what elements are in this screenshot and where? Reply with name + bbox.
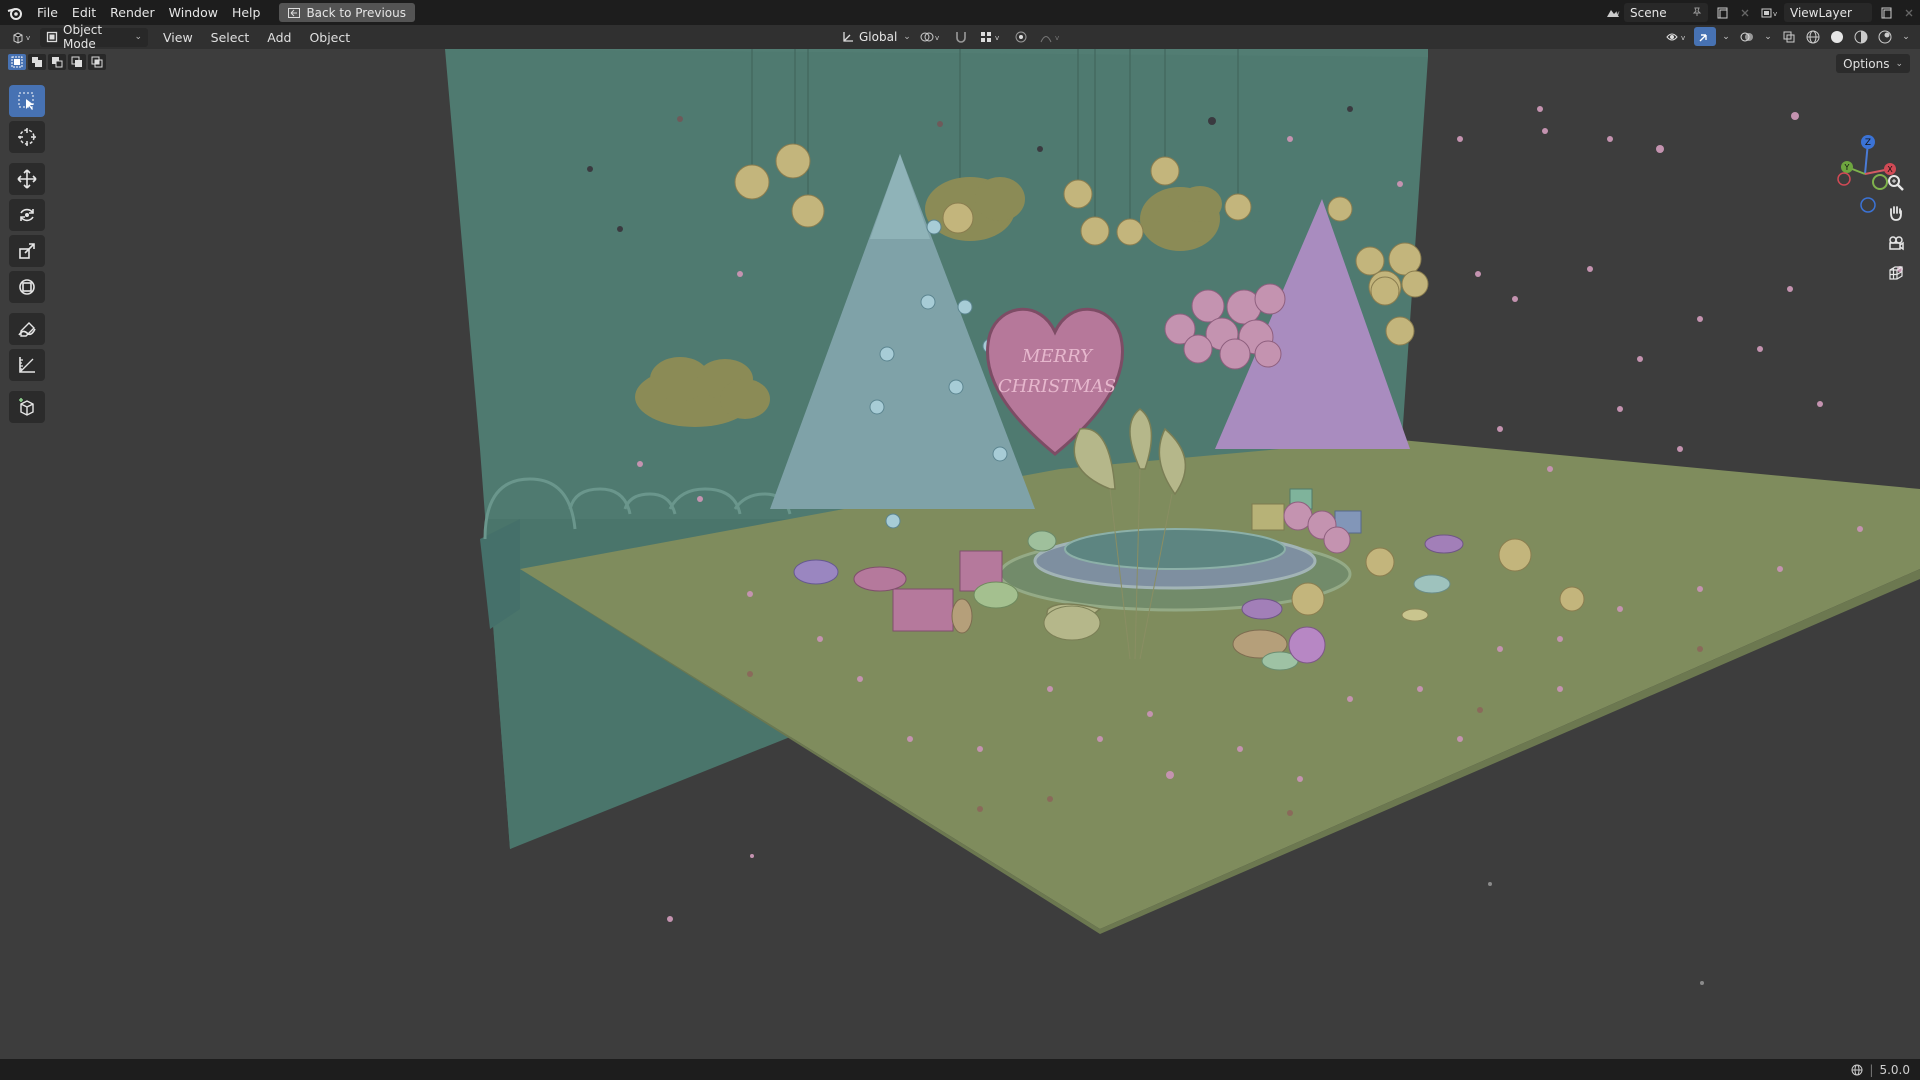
move-tool[interactable] [9,163,45,195]
solid-shading-icon[interactable] [1826,27,1848,46]
transform-controls: Global ⌄ v v v [836,27,1066,46]
chevron-down-icon: ⌄ [1895,58,1903,69]
menu-edit[interactable]: Edit [65,0,103,25]
options-button[interactable]: Options ⌄ [1836,54,1910,73]
menu-file[interactable]: File [30,0,65,25]
zoom-icon[interactable] [1882,169,1910,197]
material-shading-icon[interactable] [1850,27,1872,46]
svg-text:v: v [995,34,999,42]
select-intersect-icon[interactable] [88,54,106,70]
orientation-icon [842,31,854,43]
svg-text:v: v [1616,10,1620,17]
mode-label: Object Mode [63,23,103,51]
editor-type-icon[interactable]: v [6,28,40,47]
rotate-tool[interactable] [9,199,45,231]
orthographic-grid-icon[interactable] [1882,259,1910,287]
menu-add[interactable]: Add [258,30,300,45]
topbar-right: v Scene v ViewLayer [1602,0,1920,25]
falloff-icon[interactable]: v [1036,27,1066,46]
xray-toggle-icon[interactable] [1778,27,1800,46]
view-layer-label: ViewLayer [1790,5,1852,20]
menu-select[interactable]: Select [202,30,259,45]
svg-text:v: v [1055,34,1059,42]
chevron-down-icon[interactable]: ⌄ [1718,27,1734,46]
overlay-toggle-icon[interactable] [1736,27,1758,46]
screen-icon [288,7,301,18]
top-menu-bar: File Edit Render Window Help Back to Pre… [0,0,1920,25]
scale-tool[interactable] [9,235,45,267]
chevron-down-icon: ⌄ [903,31,911,42]
heart-text-line2: CHRISTMAS [998,376,1116,397]
svg-text:v: v [1681,34,1685,42]
status-bar: | 5.0.0 [0,1059,1920,1080]
pivot-point-icon[interactable]: v [916,27,946,46]
chevron-down-icon[interactable]: ⌄ [1760,27,1776,46]
menu-window[interactable]: Window [162,0,225,25]
add-cube-tool[interactable] [9,391,45,423]
version-label: 5.0.0 [1879,1062,1910,1077]
chevron-down-icon: ⌄ [134,32,142,42]
visibility-icon[interactable]: v [1662,27,1692,46]
gizmo-z-label: Z [1865,138,1871,148]
viewport-header-right: v ⌄ ⌄ ⌄ [1662,27,1914,46]
rendered-shading-icon[interactable] [1874,27,1896,46]
globe-icon [1851,1064,1863,1076]
scene-render[interactable]: MERRY CHRISTMAS [0,49,1920,1059]
proportional-edit-icon[interactable] [1010,27,1032,46]
camera-view-icon[interactable] [1882,229,1910,257]
object-mode-icon [46,31,58,43]
3d-viewport[interactable]: MERRY CHRISTMAS Z Y X [0,49,1920,1059]
measure-tool[interactable] [9,349,45,381]
svg-text:v: v [935,34,939,42]
delete-scene-icon[interactable] [1734,3,1756,22]
gizmo-toggle-icon[interactable] [1694,27,1716,46]
select-subtract-icon[interactable] [48,54,66,70]
svg-text:v: v [1773,10,1777,18]
tool-shelf [9,85,47,427]
back-to-previous-label: Back to Previous [306,5,406,20]
new-scene-icon[interactable] [1712,3,1734,22]
scene-name-label: Scene [1630,5,1667,20]
pin-icon[interactable] [1692,6,1702,20]
transform-orientation-dropdown[interactable]: Global ⌄ [836,27,912,46]
mode-dropdown[interactable]: Object Mode ⌄ [40,23,148,51]
blender-logo-icon[interactable] [0,6,30,20]
orientation-label: Global [859,29,898,44]
pan-hand-icon[interactable] [1882,199,1910,227]
menu-view[interactable]: View [154,30,202,45]
snap-target-icon[interactable]: v [976,27,1006,46]
select-extend-icon[interactable] [28,54,46,70]
select-box-tool[interactable] [9,85,45,117]
scene-selector-icon[interactable]: v [1602,3,1624,22]
options-label: Options [1843,56,1890,71]
svg-text:v: v [26,34,30,42]
select-invert-icon[interactable] [68,54,86,70]
new-view-layer-icon[interactable] [1876,3,1898,22]
view-layer-field[interactable]: ViewLayer [1784,3,1872,22]
menu-object[interactable]: Object [300,30,359,45]
view-layer-selector-icon[interactable]: v [1756,3,1784,22]
annotate-tool[interactable] [9,313,45,345]
select-new-icon[interactable] [8,54,26,70]
cursor-tool[interactable] [9,121,45,153]
chevron-down-icon[interactable]: ⌄ [1898,27,1914,46]
heart-text-line1: MERRY [1021,346,1094,367]
delete-view-layer-icon[interactable] [1898,3,1920,22]
menu-render[interactable]: Render [103,0,162,25]
viewport-header: v Object Mode ⌄ View Select Add Object G… [0,23,1920,51]
wireframe-shading-icon[interactable] [1802,27,1824,46]
transform-tool[interactable] [9,271,45,303]
version-info: | 5.0.0 [1851,1063,1910,1077]
gizmo-y-label: Y [1844,163,1850,172]
snap-toggle-icon[interactable] [950,27,972,46]
menu-help[interactable]: Help [225,0,268,25]
back-to-previous-button[interactable]: Back to Previous [279,3,415,22]
selection-mode-buttons [8,54,106,70]
scene-name-field[interactable]: Scene [1624,3,1708,22]
